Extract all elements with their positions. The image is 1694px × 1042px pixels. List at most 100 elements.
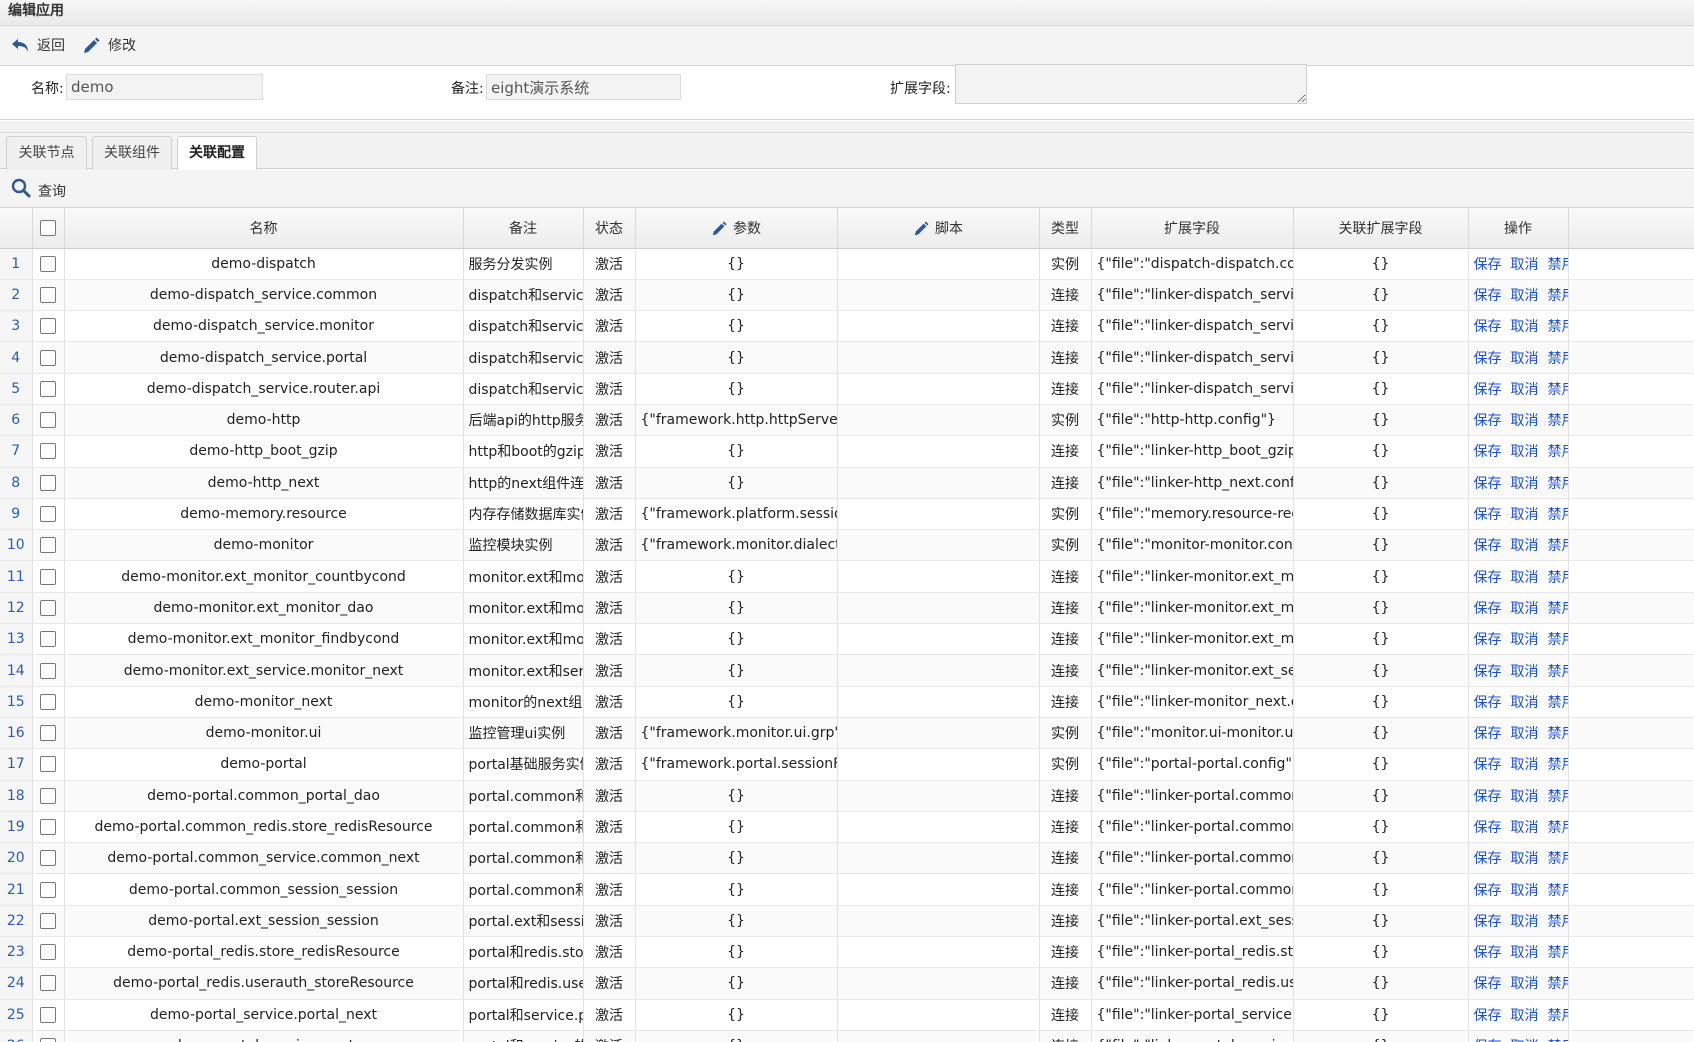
ext-cell[interactable]: {"file":"linker-portal_redis.userauth.co… xyxy=(1091,967,1294,1000)
table-row[interactable]: 19 demo-portal.common_redis.store_redisRe… xyxy=(0,811,1694,844)
save-link[interactable]: 保存 xyxy=(1474,664,1502,680)
rel-ext-cell[interactable]: {} xyxy=(1293,780,1469,812)
save-link[interactable]: 保存 xyxy=(1474,538,1502,554)
ext-cell[interactable]: {"file":"linker-dispatch_service.router.… xyxy=(1091,373,1294,405)
cancel-link[interactable]: 取消 xyxy=(1511,538,1539,554)
params-cell[interactable]: {} xyxy=(635,623,838,656)
params-cell[interactable]: {"framework.platform.session"} xyxy=(635,498,838,531)
cancel-link[interactable]: 取消 xyxy=(1511,883,1539,899)
script-cell[interactable] xyxy=(837,686,1040,718)
row-checkbox[interactable] xyxy=(40,944,56,961)
type-cell[interactable]: 连接 xyxy=(1039,905,1092,938)
cancel-link[interactable]: 取消 xyxy=(1511,789,1539,805)
table-row[interactable]: 3 demo-dispatch_service.monitor dispatch和s… xyxy=(0,310,1694,343)
rel-ext-header[interactable]: 关联扩展字段 xyxy=(1293,208,1469,249)
status-cell[interactable]: 激活 xyxy=(583,905,636,938)
disable-link[interactable]: 禁用 xyxy=(1548,1008,1568,1024)
disable-link[interactable]: 禁用 xyxy=(1548,319,1568,335)
ext-cell[interactable]: {"file":"memory.resource-redis.config"} xyxy=(1091,498,1294,531)
ext-cell[interactable]: {"file":"linker-monitor.ext_monitor.conf… xyxy=(1091,623,1294,656)
row-checkbox[interactable] xyxy=(40,506,56,523)
row-checkbox[interactable] xyxy=(40,286,56,303)
save-link[interactable]: 保存 xyxy=(1474,351,1502,367)
ext-cell[interactable]: {"file":"linker-portal_service.portal.co… xyxy=(1091,999,1294,1031)
ext-cell[interactable]: {"file":"linker-portal.common_portal.con… xyxy=(1091,780,1294,812)
rel-ext-cell[interactable]: {} xyxy=(1293,467,1469,499)
script-cell[interactable] xyxy=(837,999,1040,1031)
params-cell[interactable]: {} xyxy=(635,686,838,718)
name-cell[interactable]: demo-monitor.ext_monitor_findbycond xyxy=(64,623,464,656)
status-cell[interactable]: 激活 xyxy=(583,467,636,499)
disable-link[interactable]: 禁用 xyxy=(1548,288,1568,304)
row-checkbox[interactable] xyxy=(40,881,56,898)
name-cell[interactable]: demo-dispatch_service.portal xyxy=(64,341,464,374)
row-checkbox[interactable] xyxy=(40,787,56,804)
row-checkbox[interactable] xyxy=(40,568,56,585)
name-cell[interactable]: demo-portal.common_redis.store_redisReso… xyxy=(64,811,464,844)
cancel-link[interactable]: 取消 xyxy=(1511,413,1539,429)
save-link[interactable]: 保存 xyxy=(1474,789,1502,805)
rel-ext-cell[interactable]: {} xyxy=(1293,905,1469,938)
type-cell[interactable]: 实例 xyxy=(1039,498,1092,531)
cancel-link[interactable]: 取消 xyxy=(1511,444,1539,460)
status-cell[interactable]: 激活 xyxy=(583,967,636,1000)
save-link[interactable]: 保存 xyxy=(1474,851,1502,867)
row-checkbox[interactable] xyxy=(40,850,56,867)
ext-cell[interactable]: {"file":"linker-monitor.ext_monitor.conf… xyxy=(1091,560,1294,593)
type-cell[interactable]: 连接 xyxy=(1039,811,1092,844)
remark-cell[interactable]: 监控模块实例 xyxy=(463,529,584,562)
table-row[interactable]: 10 demo-monitor 监控模块实例 激活 {"framework.monito… xyxy=(0,529,1694,562)
ext-cell[interactable]: {"file":"linker-monitor.ext_service.conf… xyxy=(1091,654,1294,687)
remark-cell[interactable]: portal.common和portal xyxy=(463,780,584,812)
disable-link[interactable]: 禁用 xyxy=(1548,789,1568,805)
row-checkbox[interactable] xyxy=(40,443,56,460)
rel-ext-cell[interactable]: {} xyxy=(1293,435,1469,468)
row-checkbox[interactable] xyxy=(40,412,56,429)
remark-cell[interactable]: 监控管理ui实例 xyxy=(463,717,584,750)
name-cell[interactable]: demo-monitor.ext_monitor_countbycond xyxy=(64,560,464,593)
rel-ext-cell[interactable]: {} xyxy=(1293,373,1469,405)
save-link[interactable]: 保存 xyxy=(1474,757,1502,773)
name-cell[interactable]: demo-portal_service_next xyxy=(64,1030,464,1042)
table-row[interactable]: 14 demo-monitor.ext_service.monitor_next m… xyxy=(0,654,1694,687)
remark-cell[interactable]: monitor.ext和monitor xyxy=(463,560,584,593)
disable-link[interactable]: 禁用 xyxy=(1548,695,1568,711)
script-cell[interactable] xyxy=(837,623,1040,656)
disable-link[interactable]: 禁用 xyxy=(1548,664,1568,680)
status-cell[interactable]: 激活 xyxy=(583,717,636,750)
rel-ext-cell[interactable]: {} xyxy=(1293,873,1469,906)
status-cell[interactable]: 激活 xyxy=(583,842,636,875)
params-cell[interactable]: {} xyxy=(635,341,838,374)
remark-cell[interactable]: portal.ext和session xyxy=(463,905,584,938)
type-cell[interactable]: 连接 xyxy=(1039,967,1092,1000)
disable-link[interactable]: 禁用 xyxy=(1548,632,1568,648)
script-cell[interactable] xyxy=(837,341,1040,374)
save-link[interactable]: 保存 xyxy=(1474,632,1502,648)
remark-cell[interactable]: portal.common和session xyxy=(463,873,584,906)
status-cell[interactable]: 激活 xyxy=(583,560,636,593)
script-cell[interactable] xyxy=(837,310,1040,343)
status-cell[interactable]: 激活 xyxy=(583,310,636,343)
ext-cell[interactable]: {"file":"linker-portal.ext_session.confi… xyxy=(1091,905,1294,938)
remark-cell[interactable]: monitor.ext和service xyxy=(463,654,584,687)
type-cell[interactable]: 实例 xyxy=(1039,717,1092,750)
ext-cell[interactable]: {"file":"linker-portal_service.config"} xyxy=(1091,1030,1294,1042)
type-cell[interactable]: 连接 xyxy=(1039,373,1092,405)
rel-ext-cell[interactable]: {} xyxy=(1293,967,1469,1000)
name-cell[interactable]: demo-monitor.ext_service.monitor_next xyxy=(64,654,464,687)
type-cell[interactable]: 连接 xyxy=(1039,279,1092,312)
params-cell[interactable]: {} xyxy=(635,811,838,844)
params-cell[interactable]: {"framework.monitor.ui.grp":" xyxy=(635,717,838,750)
table-row[interactable]: 22 demo-portal.ext_session_session portal.… xyxy=(0,905,1694,938)
script-cell[interactable] xyxy=(837,842,1040,875)
table-row[interactable]: 23 demo-portal_redis.store_redisResource p… xyxy=(0,936,1694,969)
row-checkbox[interactable] xyxy=(40,631,56,648)
ext-cell[interactable]: {"file":"monitor-monitor.config"} xyxy=(1091,529,1294,562)
name-cell[interactable]: demo-monitor_next xyxy=(64,686,464,718)
save-link[interactable]: 保存 xyxy=(1474,444,1502,460)
status-cell[interactable]: 激活 xyxy=(583,686,636,718)
cancel-link[interactable]: 取消 xyxy=(1511,914,1539,930)
row-checkbox[interactable] xyxy=(40,975,56,992)
type-cell[interactable]: 连接 xyxy=(1039,1030,1092,1042)
ext-field[interactable] xyxy=(955,64,1307,104)
